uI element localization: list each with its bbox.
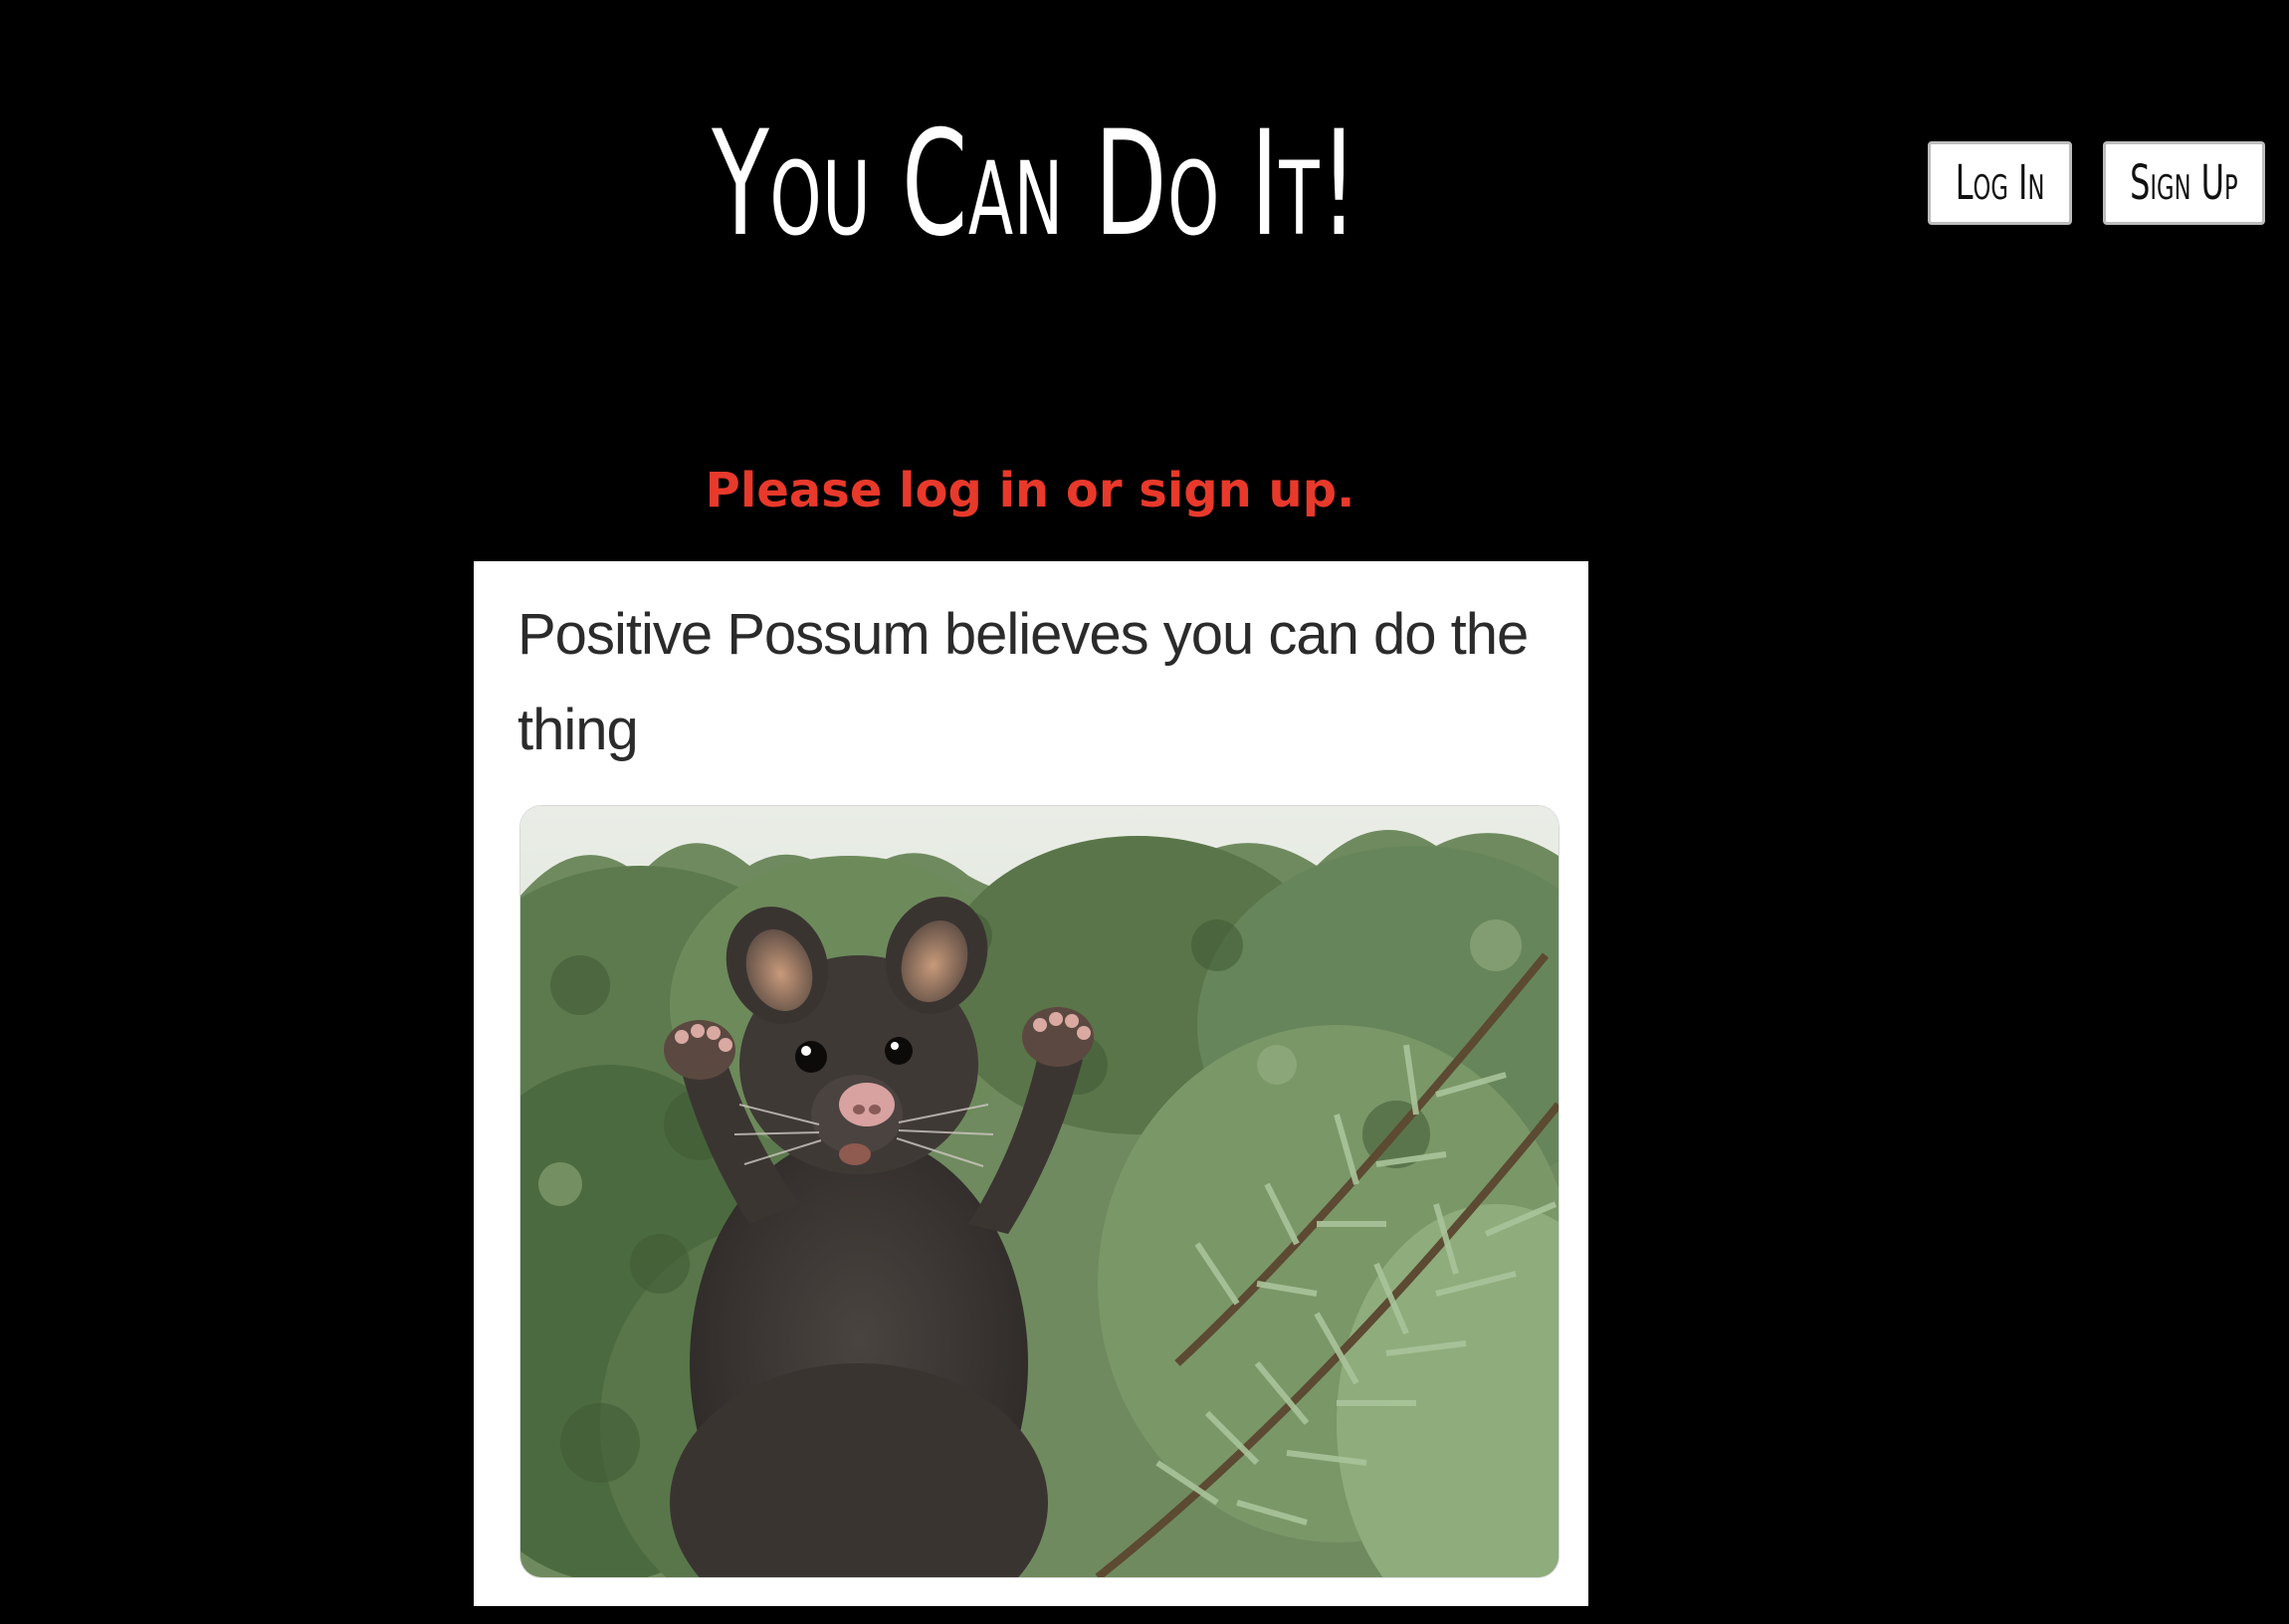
signup-button-label: Sign Up: [2130, 155, 2238, 211]
meme-card: Positive Possum believes you can do the …: [474, 561, 1588, 1606]
login-notice: Please log in or sign up.: [705, 463, 1355, 518]
login-button[interactable]: Log In: [1928, 141, 2072, 225]
meme-caption: Positive Possum believes you can do the …: [518, 602, 1529, 762]
signup-button[interactable]: Sign Up: [2103, 141, 2265, 225]
possum-photo-icon: [520, 805, 1560, 1578]
login-button-label: Log In: [1955, 155, 2045, 211]
site-title: You Can Do It!: [712, 100, 1358, 269]
